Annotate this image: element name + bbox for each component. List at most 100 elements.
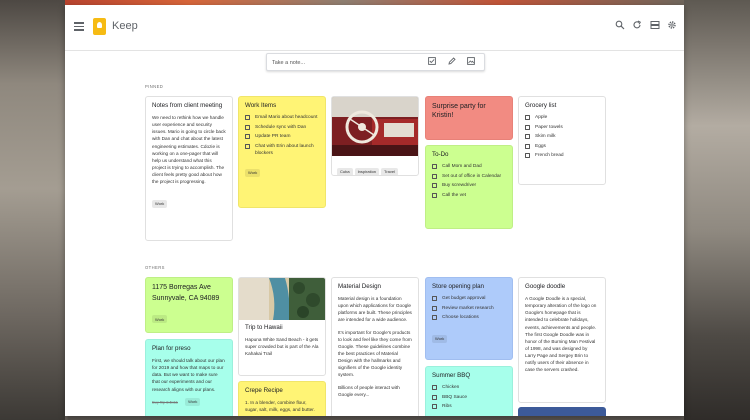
- note-body: A Google Doodle is a special, temporary …: [525, 296, 597, 373]
- checkbox[interactable]: [432, 183, 437, 189]
- note-title: To-Do: [432, 151, 449, 158]
- checkbox-icon[interactable]: [427, 57, 437, 68]
- take-note-bar[interactable]: [266, 53, 485, 71]
- image-icon[interactable]: [466, 57, 476, 68]
- app-header: Keep: [65, 5, 684, 51]
- beach-photo-image: [239, 278, 325, 320]
- settings-icon[interactable]: [666, 20, 678, 32]
- checkbox[interactable]: [432, 404, 437, 410]
- note-card-work-items[interactable]: Work Items Email Mario about headcount S…: [238, 96, 326, 208]
- checklist-item[interactable]: Set out of office in Calendar: [432, 173, 506, 180]
- label-chip[interactable]: Work: [152, 199, 168, 208]
- checklist-item-text: Paper towels: [535, 124, 563, 130]
- checkbox[interactable]: [525, 134, 530, 140]
- checklist-item[interactable]: Email Mario about headcount: [245, 114, 319, 121]
- label-chip[interactable]: Work: [245, 168, 261, 177]
- checklist-item[interactable]: Chicken: [432, 384, 506, 391]
- desktop-wall-right: [684, 0, 750, 420]
- checklist-item[interactable]: Call Mom and Dad: [432, 163, 506, 170]
- note-body-paragraph-3: Billions of people interact with Google …: [338, 384, 400, 397]
- keep-app-window: Keep PINNED Notes from client meeting We…: [65, 5, 684, 416]
- label-chip[interactable]: Work: [185, 397, 201, 406]
- checklist-item-text: Set out of office in Calendar: [442, 173, 502, 179]
- checkbox[interactable]: [525, 124, 530, 130]
- checklist-item[interactable]: Review market research: [432, 305, 506, 312]
- note-body: We need to rethink how we handle user ex…: [152, 115, 226, 185]
- checkbox[interactable]: [432, 296, 437, 302]
- checklist-item[interactable]: Eggs: [525, 143, 599, 150]
- checklist-item[interactable]: Schedule sync with Dan: [245, 124, 319, 131]
- checklist-item[interactable]: Update PR team: [245, 133, 319, 140]
- checkbox[interactable]: [525, 143, 530, 149]
- note-title: Crepe Recipe: [245, 387, 283, 394]
- checklist-item-text: Schedule sync with Dan: [255, 124, 307, 130]
- label-chip[interactable]: Work: [152, 315, 168, 324]
- checklist-item-text: French bread: [535, 153, 564, 159]
- note-card-presentation[interactable]: Plan for preso First, we should talk abo…: [145, 339, 233, 416]
- note-card-material-design[interactable]: Material Design Material design is a fou…: [331, 277, 419, 416]
- note-title: Grocery list: [525, 102, 557, 109]
- checklist-item[interactable]: Call the vet: [432, 192, 506, 199]
- take-note-input[interactable]: [272, 56, 412, 69]
- checkbox[interactable]: [245, 124, 250, 130]
- note-card-crepe-recipe[interactable]: Crepe Recipe 1. In a blender, combine fl…: [238, 381, 326, 416]
- checklist-item-text: Choose locations: [442, 315, 479, 321]
- checklist-item-text: Skim milk: [535, 134, 556, 140]
- checkbox[interactable]: [432, 315, 437, 321]
- note-title: Plan for preso: [152, 345, 191, 352]
- checkbox[interactable]: [245, 134, 250, 140]
- note-card-summer-bbq[interactable]: Summer BBQ Chicken BBQ Sauce Ribs: [425, 366, 513, 416]
- pencil-icon[interactable]: [447, 57, 457, 68]
- note-title: Notes from client meeting: [152, 102, 223, 109]
- menu-icon[interactable]: [74, 22, 84, 31]
- note-title: Surprise party for Kristin!: [432, 103, 486, 120]
- note-card-store-opening[interactable]: Store opening plan Get budget approval R…: [425, 277, 513, 360]
- checklist-item[interactable]: Paper towels: [525, 124, 599, 131]
- note-body-paragraph-1: Material design is a foundation upon whi…: [338, 296, 412, 323]
- checklist-item[interactable]: Choose locations: [432, 314, 506, 321]
- note-card-todo[interactable]: To-Do Call Mom and Dad Set out of office…: [425, 145, 513, 229]
- checklist-item[interactable]: French bread: [525, 152, 599, 159]
- note-card-google-doodle[interactable]: Google doodle A Google Doodle is a speci…: [518, 277, 606, 403]
- checklist-item[interactable]: Buy screwdriver: [432, 182, 506, 189]
- checkbox[interactable]: [432, 164, 437, 170]
- checklist-item-text: BBQ Sauce: [442, 394, 468, 400]
- label-chip[interactable]: Work: [432, 334, 448, 343]
- checkbox[interactable]: [432, 394, 437, 400]
- checkbox[interactable]: [525, 115, 530, 121]
- checklist-item-text: Eggs: [535, 143, 546, 149]
- note-title: Work Items: [245, 102, 277, 109]
- checkbox[interactable]: [245, 115, 250, 121]
- checkbox[interactable]: [245, 143, 250, 149]
- list-view-icon[interactable]: [649, 20, 661, 32]
- checkbox[interactable]: [432, 305, 437, 311]
- label-chip[interactable]: Inspiration: [354, 167, 380, 175]
- search-icon[interactable]: [614, 20, 626, 32]
- checklist-item-text: Apple: [535, 115, 548, 121]
- checkbox[interactable]: [432, 192, 437, 198]
- checklist-item[interactable]: Ribs: [432, 403, 506, 410]
- checklist-item[interactable]: Chat with Erin about launch blockers: [245, 143, 319, 157]
- checklist-item[interactable]: BBQ Sauce: [432, 394, 506, 401]
- label-chip[interactable]: Cuba: [337, 167, 353, 175]
- note-card-photo[interactable]: Cuba Inspiration Travel: [331, 96, 419, 176]
- note-card-address[interactable]: 1175 Borregas Ave Sunnyvale, CA 94089 Wo…: [145, 277, 233, 333]
- checklist-item-text: Buy screwdriver: [442, 183, 477, 189]
- checklist-item-text: Update PR team: [255, 134, 291, 140]
- checkbox[interactable]: [432, 385, 437, 391]
- label-chip[interactable]: Travel: [381, 167, 398, 175]
- checklist-item-text: Chicken: [442, 385, 460, 391]
- checkbox[interactable]: [525, 153, 530, 159]
- refresh-icon[interactable]: [631, 20, 643, 32]
- note-card-hawaii[interactable]: Trip to Hawaii Hapuna White Sand Beach -…: [238, 277, 326, 376]
- checkbox[interactable]: [432, 173, 437, 179]
- note-card-grocery-list[interactable]: Grocery list Apple Paper towels Skim mil…: [518, 96, 606, 185]
- completed-item[interactable]: Buy flip 8.5x11: [152, 399, 178, 404]
- note-card-navy[interactable]: [518, 407, 606, 416]
- note-card-client-meeting[interactable]: Notes from client meeting We need to ret…: [145, 96, 233, 241]
- note-title: Material Design: [338, 283, 381, 290]
- checklist-item[interactable]: Get budget approval: [432, 295, 506, 302]
- checklist-item[interactable]: Skim milk: [525, 133, 599, 140]
- note-card-surprise-party[interactable]: Surprise party for Kristin!: [425, 96, 513, 140]
- checklist-item[interactable]: Apple: [525, 114, 599, 121]
